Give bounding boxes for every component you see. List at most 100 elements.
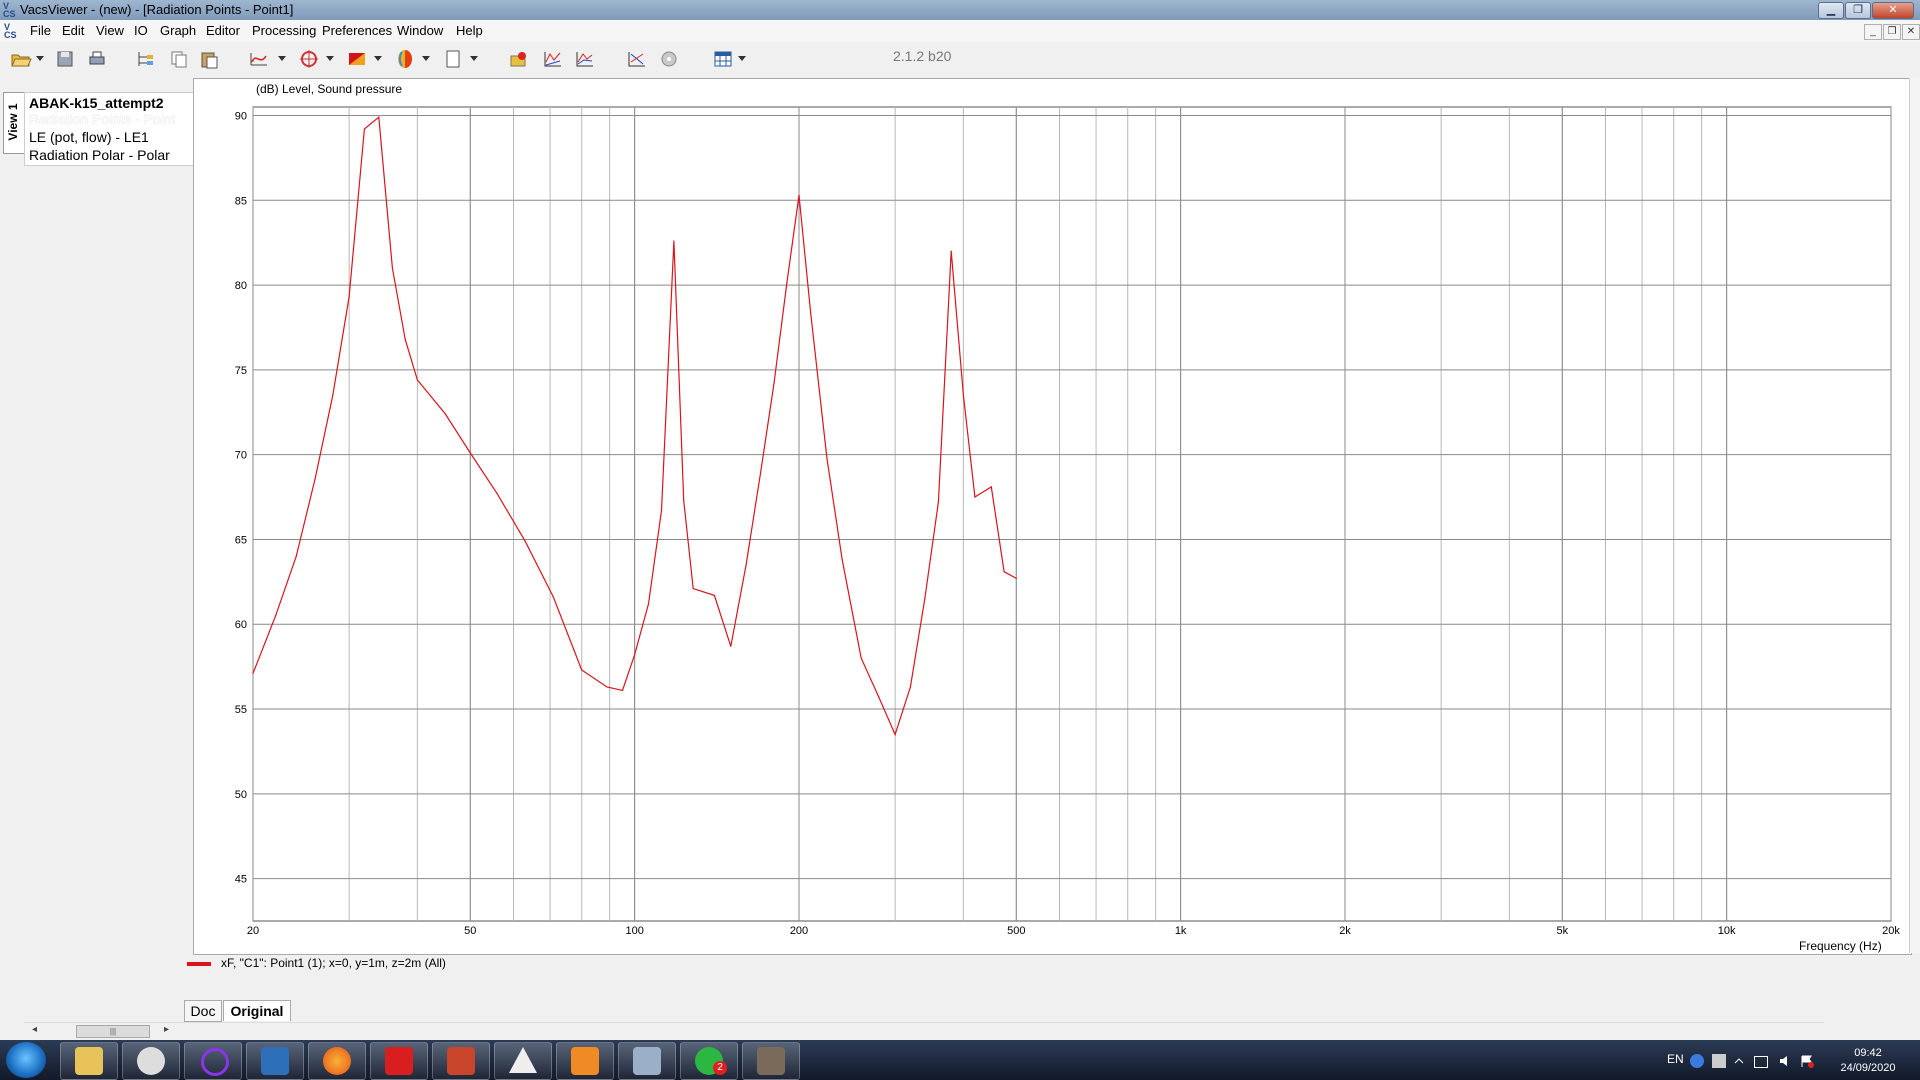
page-icon[interactable]: [442, 48, 464, 70]
window-layout-icon[interactable]: [712, 48, 734, 70]
side-item-polar[interactable]: Radiation Polar - Polar: [29, 147, 170, 163]
menu-help[interactable]: Help: [453, 20, 486, 42]
data-point: [683, 499, 685, 502]
frequency-response-chart[interactable]: (dB) Level, Sound pressure Frequency (Hz…: [194, 79, 1911, 954]
palette-dropdown-arrow[interactable]: [422, 56, 430, 61]
data-point: [962, 394, 964, 396]
data-point: [391, 267, 393, 269]
tree-icon[interactable]: [134, 48, 156, 70]
alien-app-icon[interactable]: [122, 1042, 180, 1080]
menu-preferences[interactable]: Preferences: [319, 20, 395, 42]
menu-editor[interactable]: Editor: [203, 20, 243, 42]
data-point: [909, 686, 912, 688]
minimize-button[interactable]: ▁: [1818, 2, 1844, 19]
menu-window[interactable]: Window: [394, 20, 446, 42]
data-point: [552, 596, 555, 598]
terminal-triangle-icon[interactable]: [494, 1042, 552, 1080]
menu-view[interactable]: View: [93, 20, 127, 42]
data-point: [275, 615, 277, 617]
layout-dropdown-arrow[interactable]: [738, 56, 746, 61]
maximize-button[interactable]: ❐: [1845, 2, 1871, 19]
show-hidden-icons-icon[interactable]: [1732, 1054, 1746, 1068]
data-point: [378, 116, 380, 118]
multi-graph-icon[interactable]: [574, 48, 596, 70]
x-axis-label: Frequency (Hz): [1799, 939, 1882, 953]
graph-panel[interactable]: (dB) Level, Sound pressure Frequency (Hz…: [193, 78, 1912, 955]
close-button[interactable]: ✕: [1872, 2, 1914, 19]
mdi-close-button[interactable]: ✕: [1902, 24, 1920, 40]
volume-icon[interactable]: [1778, 1054, 1792, 1068]
vacs-icon[interactable]: [618, 1042, 676, 1080]
x-tick-label: 1k: [1175, 925, 1187, 937]
fft-graph-icon[interactable]: [542, 48, 564, 70]
start-button[interactable]: [6, 1042, 46, 1078]
tab-doc[interactable]: Doc: [184, 1000, 222, 1022]
gimp-icon[interactable]: [742, 1042, 800, 1080]
excel-icon[interactable]: [246, 1042, 304, 1080]
menu-graph[interactable]: Graph: [157, 20, 199, 42]
data-point: [621, 689, 624, 691]
fusion-app-icon[interactable]: [556, 1042, 614, 1080]
action-center-flag-icon[interactable]: [1800, 1054, 1814, 1068]
target-dropdown-arrow[interactable]: [326, 56, 334, 61]
y-tick-label: 85: [235, 195, 247, 207]
help-icon[interactable]: [1690, 1054, 1704, 1068]
data-point: [606, 686, 608, 688]
sync-icon[interactable]: [1712, 1054, 1726, 1068]
menu-file[interactable]: File: [27, 20, 54, 42]
firefox-icon[interactable]: [308, 1042, 366, 1080]
menu-edit[interactable]: Edit: [59, 20, 87, 42]
side-item-le[interactable]: LE (pot, flow) - LE1: [29, 129, 149, 145]
copy-icon[interactable]: [168, 48, 190, 70]
network-icon[interactable]: [1754, 1056, 1768, 1068]
cortana-ring-icon[interactable]: [184, 1042, 242, 1080]
mdi-app-icon[interactable]: V CS: [4, 23, 20, 40]
scroll-left-arrow[interactable]: ◂: [32, 1024, 37, 1035]
tab-original[interactable]: Original: [223, 1000, 291, 1021]
legend-swatch: [187, 962, 211, 966]
data-point: [673, 240, 675, 242]
pdf-icon[interactable]: [370, 1042, 428, 1080]
archive-icon[interactable]: [432, 1042, 490, 1080]
export-icon[interactable]: [508, 48, 530, 70]
xy-graph-icon[interactable]: [626, 48, 648, 70]
x-tick-label: 20: [247, 925, 259, 937]
print-icon[interactable]: [86, 48, 108, 70]
settings-disc-icon[interactable]: [658, 48, 680, 70]
whatsapp-icon[interactable]: 2: [680, 1042, 738, 1080]
data-point: [404, 338, 406, 340]
menu-io[interactable]: IO: [131, 20, 151, 42]
open-dropdown-arrow[interactable]: [36, 56, 44, 61]
data-point: [416, 379, 418, 381]
y-tick-label: 65: [235, 534, 247, 546]
mdi-restore-button[interactable]: ❐: [1883, 24, 1901, 40]
data-point: [745, 564, 747, 566]
clock[interactable]: 09:42 24/09/2020: [1826, 1046, 1910, 1076]
open-folder-icon[interactable]: [10, 48, 32, 70]
color-fill-icon[interactable]: [346, 48, 368, 70]
save-icon[interactable]: [54, 48, 76, 70]
color-dropdown-arrow[interactable]: [374, 56, 382, 61]
scroll-thumb[interactable]: |||: [76, 1025, 150, 1038]
target-icon[interactable]: [298, 48, 320, 70]
page-dropdown-arrow[interactable]: [470, 56, 478, 61]
horizontal-scrollbar[interactable]: ◂ ||| ▸: [24, 1022, 1824, 1039]
language-indicator[interactable]: EN: [1667, 1052, 1684, 1066]
app-logo-icon: V CS: [3, 1, 16, 19]
toolbar: [0, 42, 1920, 76]
file-explorer-icon[interactable]: [60, 1042, 118, 1080]
curve-icon[interactable]: [248, 48, 270, 70]
paste-icon[interactable]: [198, 48, 220, 70]
curve-dropdown-arrow[interactable]: [278, 56, 286, 61]
palette-icon[interactable]: [394, 48, 416, 70]
vertical-scrollbar[interactable]: [1909, 78, 1920, 953]
view-tab[interactable]: View 1: [3, 92, 24, 154]
x-tick-label: 200: [790, 925, 808, 937]
x-tick-label: 2k: [1339, 925, 1351, 937]
side-item-radiation-points[interactable]: Radiation Points - Point: [29, 111, 176, 127]
mdi-minimize-button[interactable]: _: [1864, 24, 1882, 40]
data-point: [786, 282, 788, 284]
side-item-project[interactable]: ABAK-k15_attempt2: [29, 95, 164, 111]
menu-processing[interactable]: Processing: [249, 20, 319, 42]
scroll-right-arrow[interactable]: ▸: [164, 1024, 169, 1035]
